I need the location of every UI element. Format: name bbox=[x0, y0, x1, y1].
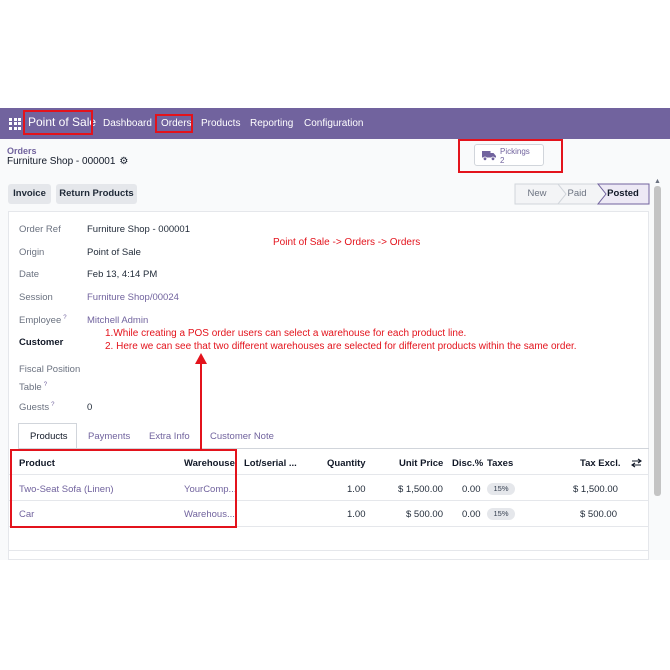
col-lot[interactable]: Lot/serial ... bbox=[244, 458, 297, 469]
table-label: Table bbox=[19, 382, 42, 394]
row2-tax-badge: 15% bbox=[487, 508, 515, 520]
session-label: Session bbox=[19, 292, 53, 303]
menu-orders[interactable]: Orders bbox=[161, 118, 192, 129]
table-label-wrap: Table? bbox=[19, 382, 47, 393]
form-sheet bbox=[8, 211, 649, 560]
row2-unit-price: $ 500.00 bbox=[406, 509, 443, 520]
truck-icon bbox=[482, 151, 496, 161]
menu-dashboard[interactable]: Dashboard bbox=[103, 118, 152, 129]
employee-label-wrap: Employee? bbox=[19, 315, 67, 326]
employee-help-icon[interactable]: ? bbox=[63, 315, 66, 321]
scrollbar-thumb[interactable] bbox=[654, 186, 661, 496]
customer-label: Customer bbox=[19, 337, 64, 348]
row1-tax-excl: $ 1,500.00 bbox=[573, 484, 618, 495]
guests-label: Guests bbox=[19, 402, 50, 414]
breadcrumb-current: Furniture Shop - 000001 ⚙ bbox=[7, 156, 128, 167]
annotation-note-1: 1.While creating a POS order users can s… bbox=[105, 328, 467, 339]
guests-help-icon[interactable]: ? bbox=[51, 402, 54, 408]
row-divider-bottom bbox=[8, 526, 649, 527]
row2-warehouse[interactable]: Warehous... bbox=[184, 509, 235, 520]
breadcrumb-parent[interactable]: Orders bbox=[7, 146, 37, 156]
fiscal-position-label: Fiscal Position bbox=[19, 364, 81, 375]
pickings-smart-button[interactable]: Pickings 2 bbox=[474, 144, 544, 166]
table-help-icon[interactable]: ? bbox=[44, 382, 47, 388]
date-label: Date bbox=[19, 269, 40, 280]
status-new[interactable]: New bbox=[520, 184, 554, 204]
col-unit-price[interactable]: Unit Price bbox=[399, 458, 443, 469]
col-disc[interactable]: Disc.% bbox=[452, 458, 483, 469]
return-products-button[interactable]: Return Products bbox=[56, 184, 137, 204]
menu-products[interactable]: Products bbox=[201, 118, 240, 129]
status-paid[interactable]: Paid bbox=[562, 184, 592, 204]
invoice-button[interactable]: Invoice bbox=[8, 184, 51, 204]
col-warehouse[interactable]: Warehouse bbox=[184, 458, 235, 469]
record-title: Furniture Shop - 000001 bbox=[7, 156, 116, 167]
tab-extra-info[interactable]: Extra Info bbox=[149, 431, 190, 442]
employee-link[interactable]: Mitchell Admin bbox=[87, 315, 148, 326]
row2-disc: 0.00 bbox=[462, 509, 481, 520]
employee-label: Employee bbox=[19, 315, 62, 327]
col-tax-excl[interactable]: Tax Excl. bbox=[580, 458, 621, 469]
annotation-path: Point of Sale -> Orders -> Orders bbox=[273, 237, 421, 248]
row1-tax-badge: 15% bbox=[487, 483, 515, 495]
gear-icon[interactable]: ⚙ bbox=[119, 156, 128, 167]
row1-quantity: 1.00 bbox=[347, 484, 366, 495]
origin-value: Point of Sale bbox=[87, 247, 141, 258]
row1-unit-price: $ 1,500.00 bbox=[398, 484, 443, 495]
order-ref-label: Order Ref bbox=[19, 224, 61, 235]
session-link[interactable]: Furniture Shop/00024 bbox=[87, 292, 179, 303]
tab-products[interactable]: Products bbox=[30, 431, 68, 442]
apps-grid-icon[interactable] bbox=[9, 117, 21, 130]
tabs-divider bbox=[18, 448, 649, 449]
row2-product[interactable]: Car bbox=[19, 509, 34, 520]
app-brand[interactable]: Point of Sale bbox=[28, 115, 96, 129]
column-settings-icon[interactable] bbox=[631, 458, 642, 468]
date-value: Feb 13, 4:14 PM bbox=[87, 269, 158, 280]
row2-tax-excl: $ 500.00 bbox=[580, 509, 617, 520]
col-quantity[interactable]: Quantity bbox=[327, 458, 366, 469]
annotation-arrow bbox=[195, 353, 207, 450]
tab-payments[interactable]: Payments bbox=[88, 431, 130, 442]
top-navbar: Point of Sale Dashboard Orders Products … bbox=[0, 108, 670, 139]
menu-reporting[interactable]: Reporting bbox=[250, 118, 293, 129]
col-taxes[interactable]: Taxes bbox=[487, 458, 513, 469]
header-divider bbox=[8, 474, 649, 475]
origin-label: Origin bbox=[19, 247, 45, 258]
scroll-up-arrow[interactable]: ▲ bbox=[654, 178, 661, 185]
row1-product[interactable]: Two-Seat Sofa (Linen) bbox=[19, 484, 114, 495]
annotation-note-2: 2. Here we can see that two different wa… bbox=[105, 341, 577, 352]
col-product[interactable]: Product bbox=[19, 458, 55, 469]
table-footer-line bbox=[8, 550, 649, 551]
row-divider bbox=[8, 500, 649, 501]
pickings-count: 2 bbox=[500, 156, 505, 165]
row2-quantity: 1.00 bbox=[347, 509, 366, 520]
guests-label-wrap: Guests? bbox=[19, 402, 54, 413]
tab-customer-note[interactable]: Customer Note bbox=[210, 431, 274, 442]
status-posted[interactable]: Posted bbox=[603, 184, 643, 204]
row1-disc: 0.00 bbox=[462, 484, 481, 495]
menu-configuration[interactable]: Configuration bbox=[304, 118, 363, 129]
pickings-label: Pickings bbox=[500, 147, 530, 156]
order-ref-value: Furniture Shop - 000001 bbox=[87, 224, 190, 235]
row1-warehouse[interactable]: YourComp... bbox=[184, 484, 236, 495]
guests-value: 0 bbox=[87, 402, 93, 413]
